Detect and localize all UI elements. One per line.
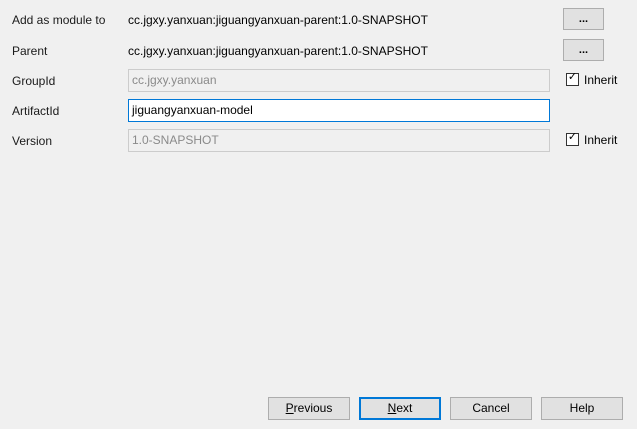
parent-browse-button[interactable]: ... bbox=[563, 39, 604, 61]
groupid-inherit-box[interactable]: ✓ bbox=[566, 71, 579, 86]
checkmark-icon: ✓ bbox=[567, 71, 578, 83]
parent-value: cc.jgxy.yanxuan:jiguangyanxuan-parent:1.… bbox=[128, 44, 428, 58]
next-label-rest: ext bbox=[396, 401, 413, 415]
groupid-row: GroupId cc.jgxy.yanxuan ✓ Inherit bbox=[0, 69, 637, 93]
add-as-module-value: cc.jgxy.yanxuan:jiguangyanxuan-parent:1.… bbox=[128, 13, 428, 27]
checkmark-icon: ✓ bbox=[567, 131, 578, 143]
parent-label: Parent bbox=[12, 44, 48, 58]
previous-button[interactable]: Previous bbox=[268, 397, 350, 420]
next-button[interactable]: Next bbox=[359, 397, 441, 420]
version-inherit-box[interactable]: ✓ bbox=[566, 131, 579, 146]
add-as-module-row: Add as module to cc.jgxy.yanxuan:jiguang… bbox=[0, 8, 637, 32]
parent-row: Parent cc.jgxy.yanxuan:jiguangyanxuan-pa… bbox=[0, 39, 637, 63]
add-as-module-label: Add as module to bbox=[12, 13, 106, 27]
groupid-label: GroupId bbox=[12, 74, 56, 88]
artifactid-field[interactable]: jiguangyanxuan-model bbox=[128, 99, 550, 122]
cancel-button[interactable]: Cancel bbox=[450, 397, 532, 420]
version-row: Version 1.0-SNAPSHOT ✓ Inherit bbox=[0, 129, 637, 153]
groupid-field[interactable]: cc.jgxy.yanxuan bbox=[128, 69, 550, 92]
groupid-inherit-label: Inherit bbox=[584, 73, 618, 87]
version-field[interactable]: 1.0-SNAPSHOT bbox=[128, 129, 550, 152]
help-button[interactable]: Help bbox=[541, 397, 623, 420]
previous-mnemonic: P bbox=[285, 401, 294, 415]
previous-label-rest: revious bbox=[293, 401, 333, 415]
version-inherit-checkbox[interactable]: ✓ Inherit bbox=[566, 131, 618, 147]
artifactid-row: ArtifactId jiguangyanxuan-model bbox=[0, 99, 637, 123]
version-inherit-label: Inherit bbox=[584, 133, 618, 147]
artifactid-label: ArtifactId bbox=[12, 104, 60, 118]
groupid-inherit-checkbox[interactable]: ✓ Inherit bbox=[566, 71, 618, 87]
add-as-module-browse-button[interactable]: ... bbox=[563, 8, 604, 30]
version-label: Version bbox=[12, 134, 53, 148]
